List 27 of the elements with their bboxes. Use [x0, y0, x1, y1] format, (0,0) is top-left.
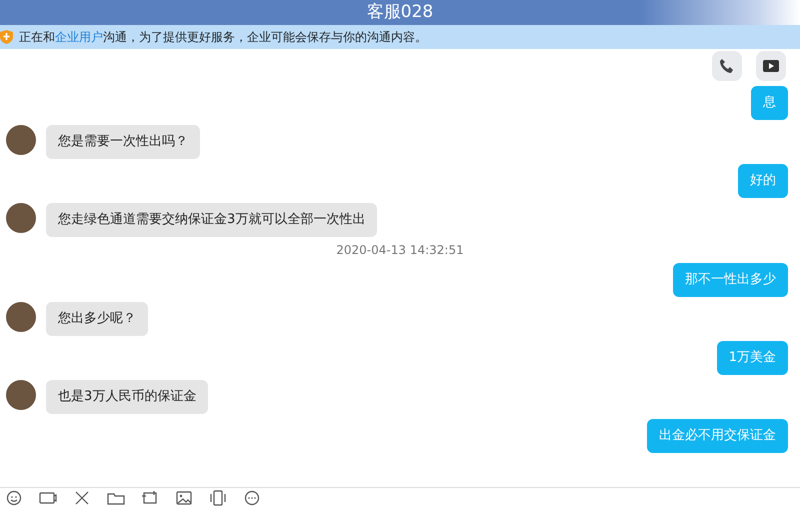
- message-bubble: 那不一性出多少: [673, 263, 788, 297]
- image-icon[interactable]: [175, 490, 193, 506]
- notice-text: 正在和企业用户沟通，为了提供更好服务，企业可能会保存与你的沟通内容。: [19, 29, 427, 46]
- message-bubble: 也是3万人民币的保证金: [46, 380, 208, 414]
- scissors-icon[interactable]: [73, 490, 91, 506]
- window-title: 客服028: [0, 0, 800, 25]
- avatar: [6, 125, 36, 155]
- video-button[interactable]: [756, 51, 786, 81]
- message-bubble: 您是需要一次性出吗？: [46, 125, 200, 159]
- phone-icon: [719, 58, 735, 74]
- shake-icon[interactable]: [209, 490, 227, 506]
- message-bubble: 您出多少呢？: [46, 302, 148, 336]
- timestamp: 2020-04-13 14:32:51: [336, 243, 464, 257]
- avatar: [6, 203, 36, 233]
- message-bubble: 您走绿色通道需要交纳保证金3万就可以全部一次性出: [46, 203, 378, 237]
- message-bubble: 1万美金: [716, 341, 788, 375]
- more-icon[interactable]: [243, 490, 261, 506]
- video-icon: [762, 58, 780, 74]
- phone-button[interactable]: [712, 51, 742, 81]
- user-link[interactable]: 企业用户: [55, 30, 103, 44]
- message-bubble: 好的: [738, 164, 788, 198]
- shield-icon: [0, 30, 13, 44]
- message-bubble: 息: [751, 86, 788, 120]
- message-bubble: 出金必不用交保证金: [647, 419, 788, 453]
- avatar: [6, 380, 36, 410]
- emoji-icon[interactable]: [5, 490, 23, 506]
- avatar: [6, 302, 36, 332]
